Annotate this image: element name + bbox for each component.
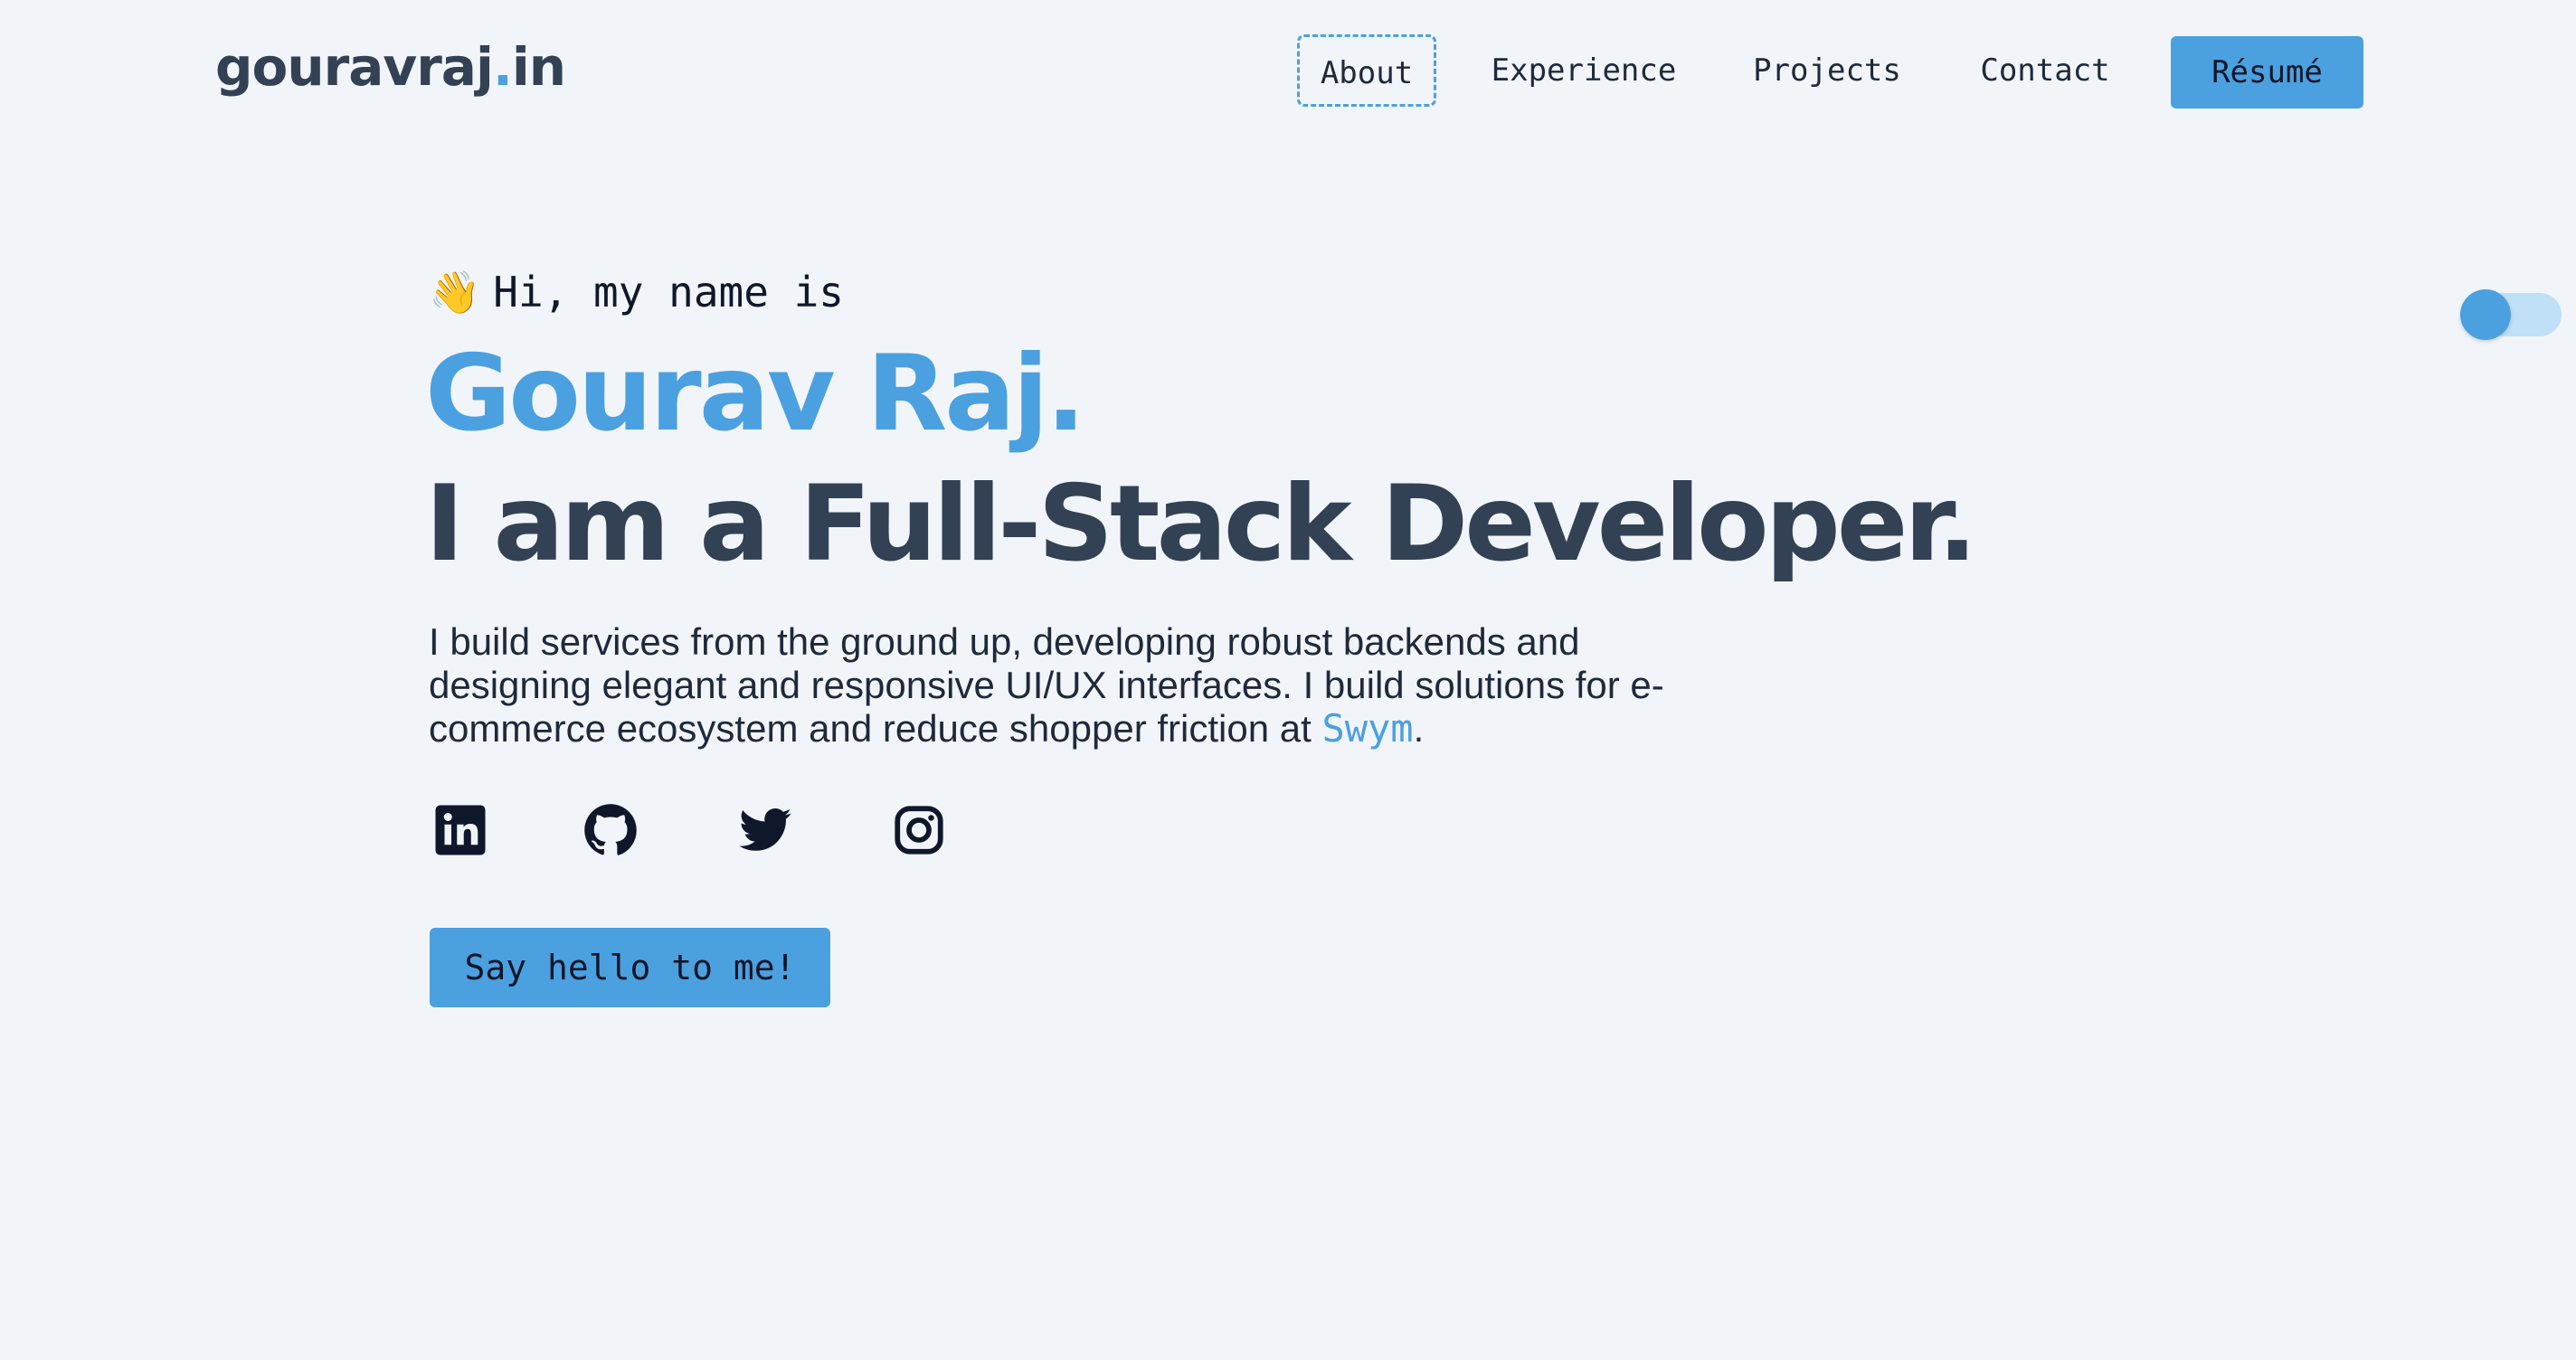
hero-bio: I build services from the ground up, dev… <box>429 620 1713 751</box>
github-icon[interactable] <box>583 803 638 857</box>
wave-emoji: 👋 <box>429 268 481 316</box>
bio-text: I build services from the ground up, dev… <box>429 620 1664 750</box>
nav-link-projects[interactable]: Projects <box>1746 34 1908 107</box>
github-glyph <box>584 804 637 855</box>
logo-tld: in <box>511 36 566 98</box>
say-hello-button[interactable]: Say hello to me! <box>430 928 830 1007</box>
hero-role: I am a Full-Stack Developer. <box>425 463 1977 585</box>
logo-dot: . <box>492 36 513 98</box>
nav-link-experience[interactable]: Experience <box>1489 34 1679 107</box>
site-logo[interactable]: gouravraj.in <box>215 36 566 98</box>
greeting-text: Hi, my name is <box>493 268 845 316</box>
instagram-icon[interactable] <box>892 803 946 857</box>
company-link[interactable]: Swym <box>1321 706 1413 751</box>
linkedin-icon[interactable] <box>433 803 488 857</box>
twitter-icon[interactable] <box>738 803 792 857</box>
nav-link-about[interactable]: About <box>1297 34 1436 107</box>
bio-period: . <box>1413 707 1425 750</box>
linkedin-glyph <box>435 805 486 855</box>
twitter-glyph <box>739 808 791 851</box>
instagram-glyph <box>895 806 943 855</box>
theme-toggle[interactable] <box>2458 288 2562 342</box>
logo-main: gouravraj <box>215 36 494 98</box>
toggle-knob <box>2460 289 2511 340</box>
nav-link-contact[interactable]: Contact <box>1970 34 2120 107</box>
hero-name: Gourav Raj. <box>425 333 1085 455</box>
hero-greeting: 👋 Hi, my name is <box>429 268 844 317</box>
resume-button[interactable]: Résumé <box>2171 36 2363 109</box>
